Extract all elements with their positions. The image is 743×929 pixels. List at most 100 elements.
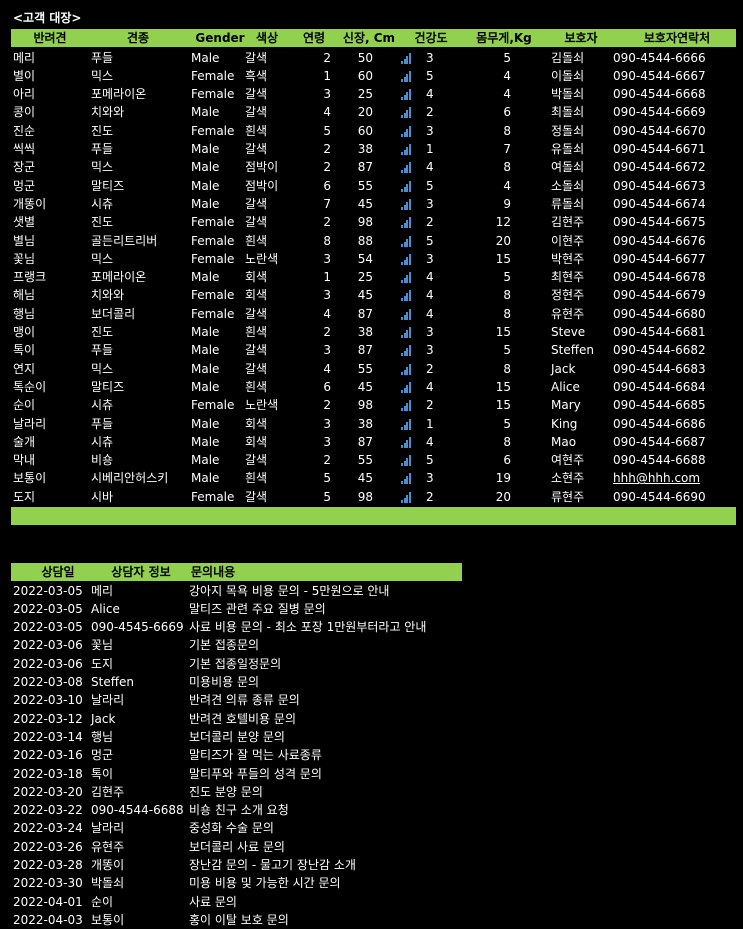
customer-cell-7: 20 (495, 233, 511, 248)
customer-cell-2: Female (191, 489, 235, 504)
consultation-cell-2: 중성화 수술 문의 (189, 821, 274, 836)
signal-bars-icon (401, 363, 411, 375)
customer-cell-6: 3 (426, 343, 434, 358)
consultation-cell-0: 2022-03-14 (13, 729, 83, 744)
table-row: 2022-03-06 꽃님 기본 접종문의 (11, 636, 611, 654)
customer-cell-2: Male (191, 270, 220, 285)
consultation-cell-2: 홍이 이탈 보호 문의 (189, 912, 289, 927)
signal-bars-icon (401, 162, 411, 174)
customer-cell-5: 88 (357, 233, 373, 248)
consultation-cell-1: 유현주 (91, 839, 125, 854)
consultation-cell-2: 말티즈 관련 주요 질병 문의 (189, 601, 326, 616)
customer-cell-3: 흰색 (245, 233, 268, 248)
customer-header-9: 보호자연락처 (643, 31, 711, 45)
customer-cell-2: Female (191, 68, 235, 83)
signal-bars-icon (401, 107, 411, 119)
customer-cell-3: 회색 (245, 288, 268, 303)
consultation-table-header: 상담일 상담자 정보 문의내용 (11, 563, 462, 581)
consultation-cell-1: 날라리 (91, 821, 125, 836)
customer-cell-4: 2 (323, 325, 331, 339)
customer-cell-8: 김돌쇠 (551, 50, 585, 65)
table-row: 해님 치와와 Female 회색 3 45 4 8 정현주 090-4544-6679 (11, 286, 736, 304)
consultation-cell-1: 순이 (91, 894, 114, 909)
customer-cell-5: 38 (357, 416, 373, 431)
customer-header-6: 건강도 (414, 31, 448, 45)
customer-cell-0: 프랭크 (13, 270, 47, 285)
signal-bars-icon (401, 217, 411, 229)
customer-cell-6: 2 (426, 398, 434, 413)
customer-cell-9: 090-4544-6681 (613, 325, 706, 339)
customer-cell-0: 술개 (13, 434, 36, 449)
customer-cell-2: Male (191, 325, 220, 339)
customer-cell-1: 시바 (91, 489, 114, 504)
customer-cell-2: Female (191, 398, 235, 413)
customer-cell-0: 씩씩 (13, 142, 36, 156)
consultation-cell-1: 보통이 (91, 912, 125, 927)
customer-cell-3: 갈색 (245, 215, 268, 230)
customer-cell-5: 38 (357, 142, 373, 156)
consultation-cell-0: 2022-03-05 (13, 601, 83, 616)
customer-cell-2: Male (191, 196, 220, 211)
table-row: 2022-03-20 김현주 진도 분양 문의 (11, 783, 611, 801)
customer-cell-7: 4 (503, 68, 511, 83)
customer-cell-4: 4 (323, 306, 331, 321)
customer-cell-3: 흰색 (245, 325, 268, 339)
customer-cell-1: 치와와 (91, 105, 125, 120)
signal-bars-icon (401, 327, 411, 338)
table-row: 2022-03-14 행님 보더콜리 분양 문의 (11, 728, 611, 746)
customer-cell-1: 골든리트리버 (91, 233, 158, 248)
customer-cell-0: 샛별 (13, 215, 36, 230)
customer-cell-4: 5 (323, 489, 331, 504)
customer-cell-4: 8 (323, 233, 331, 248)
consultation-cell-0: 2022-03-20 (13, 784, 83, 799)
signal-bars-icon (401, 436, 411, 448)
customer-cell-5: 60 (357, 123, 373, 138)
table-row: 톡이 푸들 Male 갈색 3 87 3 5 Steffen 090-4544-6682 (11, 341, 736, 359)
customer-cell-8: 최현주 (551, 270, 585, 285)
customer-cell-4: 4 (323, 361, 331, 376)
customer-cell-8: King (551, 416, 578, 431)
consultation-cell-2: 비숑 친구 소개 요청 (189, 803, 289, 818)
customer-cell-3: 노란색 (245, 398, 279, 413)
customer-cell-6: 4 (426, 434, 434, 449)
customer-cell-8: Mary (551, 398, 581, 413)
customer-cell-2: Female (191, 87, 235, 102)
customer-cell-0: 톡이 (13, 343, 36, 358)
consultation-cell-1: 도지 (91, 656, 114, 671)
consultation-cell-2: 미용비용 문의 (189, 675, 260, 689)
table-row: 행님 보더콜리 Female 갈색 4 87 4 8 유현주 090-4544-6680 (11, 305, 736, 323)
customer-cell-8: Alice (551, 379, 580, 394)
customer-cell-6: 3 (426, 196, 434, 211)
customer-cell-9: 090-4544-6673 (613, 178, 706, 193)
customer-cell-2: Male (191, 105, 220, 120)
consultation-cell-0: 2022-03-28 (13, 858, 83, 872)
customer-cell-1: 푸들 (91, 50, 114, 65)
signal-bars-icon (401, 235, 411, 247)
signal-bars-icon (401, 89, 411, 101)
table-row: 2022-03-30 박돌쇠 미용 비용 및 가능한 시간 문의 (11, 874, 611, 892)
table-row: 샛별 진도 Female 갈색 2 98 2 12 김현주 090-4544-6675 (11, 213, 736, 231)
customer-cell-3: 회색 (245, 416, 268, 431)
table-row: 2022-03-18 톡이 말티푸와 푸들의 성격 문의 (11, 765, 611, 783)
customer-cell-0: 톡순이 (13, 379, 47, 394)
customer-cell-9[interactable]: hhh@hhh.com (613, 469, 733, 487)
customer-cell-6: 5 (426, 178, 434, 193)
table-row: 아리 포메라이온 Female 갈색 3 25 4 4 박돌쇠 090-4544-6668 (11, 85, 736, 103)
table-row: 메리 푸들 Male 갈색 2 50 3 5 김돌쇠 090-4544-6666 (11, 49, 736, 67)
customer-cell-5: 38 (357, 325, 373, 339)
consultation-cell-0: 2022-03-05 (13, 620, 83, 635)
consultation-cell-1: 톡이 (91, 766, 114, 781)
customer-cell-6: 2 (426, 215, 434, 230)
table-row: 2022-04-03 보통이 홍이 이탈 보호 문의 (11, 911, 611, 929)
customer-cell-7: 4 (503, 87, 511, 102)
table-row: 2022-03-05 메리 강아지 목욕 비용 문의 - 5만원으로 안내 (11, 582, 611, 600)
signal-bars-icon (401, 253, 411, 265)
consultation-cell-1: 박돌쇠 (91, 876, 125, 891)
customer-cell-8: Mao (551, 434, 577, 449)
consultation-cell-0: 2022-03-06 (13, 638, 83, 653)
customer-cell-8: 류현주 (551, 489, 585, 504)
table-row: 2022-03-12 Jack 반려견 호텔비용 문의 (11, 710, 611, 728)
customer-cell-2: Male (191, 379, 220, 394)
customer-cell-9: 090-4544-6685 (613, 398, 706, 413)
customer-cell-7: 5 (503, 416, 511, 431)
